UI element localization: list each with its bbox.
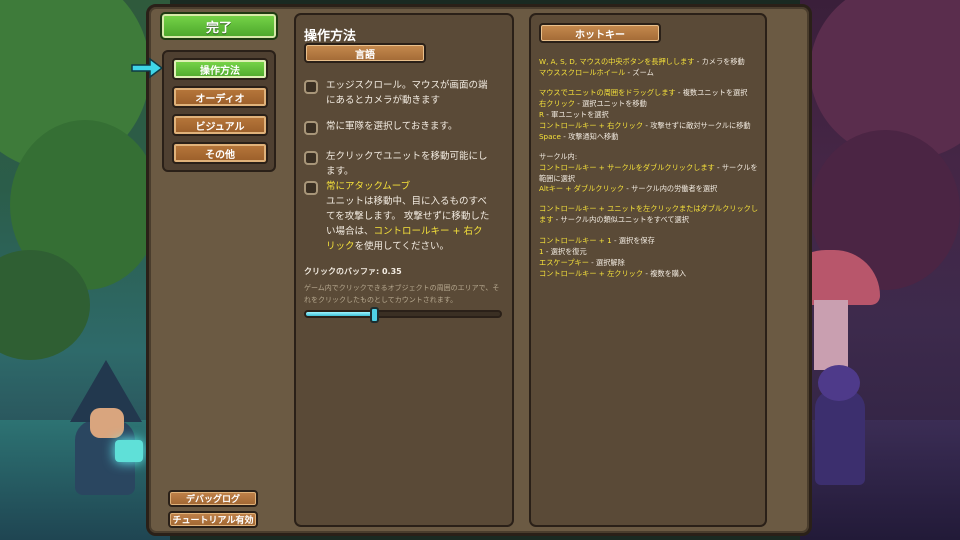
hotkey-heading: サークル内: (539, 152, 578, 161)
attack-move-desc-2: を使用してください。 (354, 241, 449, 252)
hotkey-line: マウスでユニットの周囲をドラッグします - 複数ユニットを選択 (539, 88, 748, 97)
hotkey-line: R - 軍ユニットを選択 (539, 110, 609, 119)
hotkey-line: コントロールキー + 1 - 選択を保存 (539, 236, 655, 245)
click-buffer-slider-fill (306, 312, 374, 316)
nav-tab-other[interactable]: その他 (172, 142, 268, 164)
hotkey-line: コントロールキー + ユニットを左クリックまたはダブルクリックします - サーク… (539, 204, 759, 224)
edge-scroll-label: エッジスクロール。マウスが画面の端にあるとカメラが動きます (326, 80, 488, 106)
tutorial-toggle-button[interactable]: チュートリアル有効 (168, 511, 258, 528)
left-click-move-checkbox[interactable] (304, 151, 318, 165)
done-button[interactable]: 完了 (160, 12, 278, 40)
nav-tab-controls[interactable]: 操作方法 (172, 58, 268, 80)
left-click-move-label: 左クリックでユニットを移動可能にします。 (326, 151, 488, 177)
hotkey-line: コントロールキー + 左クリック - 複数を購入 (539, 269, 687, 278)
click-buffer-label: クリックのバッファ: 0.35 (304, 267, 402, 276)
hotkey-line: マウススクロールホイール - ズーム (539, 68, 654, 77)
always-select-army-label: 常に軍隊を選択しておきます。 (326, 121, 458, 132)
mushroom-stem (814, 300, 848, 370)
nav-tab-visual[interactable]: ビジュアル (172, 114, 268, 136)
hotkey-line: コントロールキー + 右クリック - 攻撃せずに敵対サークルに移動 (539, 121, 751, 130)
hotkey-line: エスケープキー - 選択解除 (539, 258, 625, 267)
always-select-army-checkbox[interactable] (304, 121, 318, 135)
hotkey-line: Space - 攻撃通知へ移動 (539, 132, 619, 141)
hotkeys-title-button[interactable]: ホットキー (539, 23, 661, 43)
attack-move-text: 常にアタックムーブ ユニットは移動中、目に入るものすべてを攻撃します。 攻撃せず… (326, 179, 490, 254)
language-button[interactable]: 言語 (304, 43, 426, 63)
glowing-book (115, 440, 143, 462)
click-buffer-slider[interactable] (304, 307, 502, 323)
left-click-move-option[interactable]: 左クリックでユニットを移動可能にします。 (304, 149, 490, 179)
debug-log-button[interactable]: デバッグログ (168, 490, 258, 507)
nav-tab-audio[interactable]: オーディオ (172, 86, 268, 108)
always-select-army-option[interactable]: 常に軍隊を選択しておきます。 (304, 119, 490, 135)
enemy-head (818, 365, 860, 401)
attack-move-title: 常にアタックムーブ (326, 181, 411, 192)
hotkey-line: コントロールキー + サークルをダブルクリックします - サークルを範囲に選択 (539, 163, 758, 183)
attack-move-option[interactable]: 常にアタックムーブ ユニットは移動中、目に入るものすべてを攻撃します。 攻撃せず… (304, 179, 490, 254)
click-buffer-slider-handle[interactable] (369, 307, 379, 323)
settings-nav: 操作方法 オーディオ ビジュアル その他 (162, 50, 276, 172)
hotkey-line: 右クリック - 選択ユニットを移動 (539, 99, 647, 108)
edge-scroll-checkbox[interactable] (304, 80, 318, 94)
hotkey-line: Altキー + ダブルクリック - サークル内の労働者を選択 (539, 184, 718, 193)
edge-scroll-option[interactable]: エッジスクロール。マウスが画面の端にあるとカメラが動きます (304, 78, 490, 108)
wizard-face (90, 408, 124, 438)
hotkey-line: 1 - 選択を復元 (539, 247, 587, 256)
controls-title: 操作方法 (304, 29, 357, 44)
enemy-character (815, 390, 865, 485)
arrow-right-icon (131, 57, 164, 79)
hotkey-line: W, A, S, D, マウスの中央ボタンを長押しします - カメラを移動 (539, 57, 745, 66)
click-buffer-description: ゲーム内でクリックできるオブジェクトの周囲のエリアで、それをクリックしたものとし… (304, 284, 500, 304)
attack-move-checkbox[interactable] (304, 181, 318, 195)
